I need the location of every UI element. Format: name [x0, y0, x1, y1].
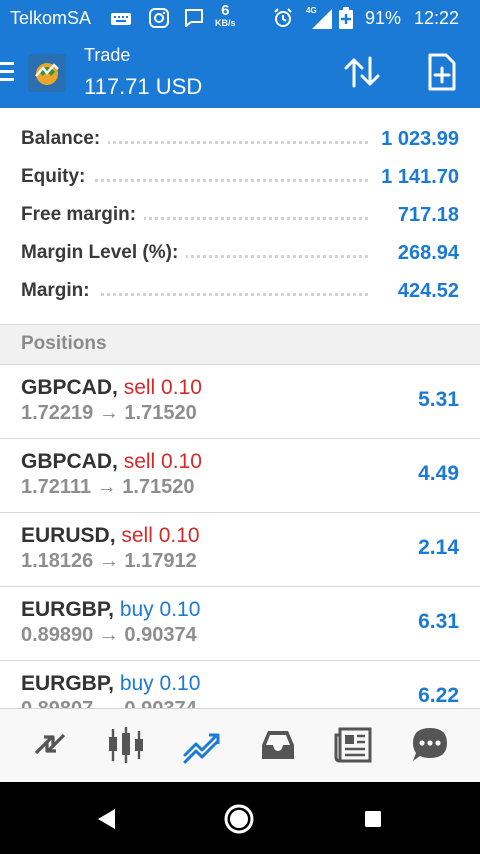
- position-side: sell: [121, 524, 153, 547]
- hamburger-menu-icon[interactable]: [0, 62, 16, 82]
- balance-label: Balance:: [21, 128, 109, 150]
- positions-list[interactable]: GBPCAD, sell 0.10 1.72219 → 1.71520 5.31…: [0, 365, 480, 708]
- page-title: Trade: [84, 45, 131, 65]
- open-price: 1.18126: [21, 550, 94, 572]
- position-row[interactable]: EURGBP, buy 0.10 0.89890 → 0.90374 6.31: [0, 587, 480, 661]
- open-price: 1.72219: [21, 402, 94, 424]
- position-side: sell: [123, 450, 156, 473]
- home-icon[interactable]: [222, 802, 256, 836]
- open-price: 0.89807: [21, 698, 93, 708]
- newspaper-icon[interactable]: [334, 725, 374, 765]
- balance-value: 1 023.99: [373, 128, 459, 151]
- free-margin-row: Free margin: 717.18: [0, 198, 480, 236]
- position-symbol: EURGBP: [21, 672, 109, 695]
- current-price: 1.17912: [124, 550, 197, 572]
- account-profit: 117.71 USD: [84, 74, 203, 99]
- free-margin-label: Free margin:: [21, 204, 145, 226]
- battery-charging-icon: [339, 7, 353, 29]
- system-navigation-bar: [0, 782, 480, 854]
- position-profit: 6.22: [418, 684, 459, 707]
- position-volume: 0.10: [159, 598, 201, 621]
- alarm-clock-icon: [274, 8, 292, 27]
- position-row[interactable]: EURUSD, sell 0.10 1.18126 → 1.17912 2.14: [0, 513, 480, 587]
- carrier-name: TelkomSA: [10, 8, 92, 28]
- new-order-icon[interactable]: [424, 52, 460, 92]
- position-symbol: EURUSD: [21, 524, 110, 547]
- cellular-signal-icon: 4G: [306, 6, 334, 30]
- open-price: 1.72111: [21, 476, 92, 498]
- network-speed: 6 KB/s: [215, 2, 236, 28]
- battery-level: 91%: [365, 8, 402, 28]
- recent-apps-icon[interactable]: [356, 802, 390, 836]
- position-side: sell: [123, 376, 156, 399]
- open-price: 0.89890: [21, 624, 94, 646]
- current-price: 0.90374: [124, 698, 196, 708]
- margin-row: Margin: 424.52: [0, 274, 480, 312]
- position-volume: 0.10: [158, 524, 200, 547]
- position-symbol: EURGBP: [21, 598, 109, 621]
- bottom-tab-bar: [0, 708, 480, 782]
- quotes-arrows-icon[interactable]: [30, 725, 70, 765]
- inbox-tray-icon[interactable]: [258, 725, 298, 765]
- position-profit: 5.31: [418, 388, 459, 411]
- instagram-icon: [149, 8, 169, 28]
- position-profit: 2.14: [418, 536, 459, 559]
- account-summary: Balance: 1 023.99 Equity: 1 141.70 Free …: [0, 108, 480, 325]
- free-margin-value: 717.18: [389, 204, 459, 227]
- balance-row: Balance: 1 023.99: [0, 122, 480, 160]
- keyboard-notification-icon: [111, 13, 131, 25]
- position-symbol: GBPCAD: [21, 450, 113, 473]
- sort-arrows-icon[interactable]: [340, 52, 384, 92]
- position-volume: 0.10: [161, 376, 202, 399]
- position-profit: 4.49: [418, 462, 459, 485]
- position-side: buy: [119, 672, 154, 695]
- current-price: 0.90374: [124, 624, 197, 646]
- current-price: 1.71520: [124, 402, 197, 424]
- back-icon[interactable]: [90, 802, 124, 836]
- position-row[interactable]: GBPCAD, sell 0.10 1.72111 → 1.71520 4.49: [0, 439, 480, 513]
- position-profit: 6.31: [418, 610, 459, 633]
- clock: 12:22: [414, 8, 460, 28]
- position-side: buy: [119, 598, 154, 621]
- margin-level-value: 268.94: [389, 242, 459, 265]
- margin-level-row: Margin Level (%): 268.94: [0, 236, 480, 274]
- position-row[interactable]: GBPCAD, sell 0.10 1.72219 → 1.71520 5.31: [0, 365, 480, 439]
- message-notification-icon: [185, 9, 203, 27]
- position-volume: 0.10: [159, 672, 201, 695]
- metatrader-logo: [28, 54, 66, 92]
- margin-value: 424.52: [389, 280, 459, 303]
- position-volume: 0.10: [161, 450, 202, 473]
- equity-label: Equity:: [21, 166, 94, 188]
- equity-row: Equity: 1 141.70: [0, 160, 480, 198]
- position-row[interactable]: EURGBP, buy 0.10 0.89807 → 0.90374 6.22: [0, 661, 480, 708]
- equity-value: 1 141.70: [373, 166, 459, 189]
- status-bar: TelkomSA 6 KB/s 4G 91% 12:22: [0, 0, 480, 36]
- app-header: Trade 117.71 USD: [0, 36, 480, 108]
- candlestick-chart-icon[interactable]: [106, 725, 146, 765]
- current-price: 1.71520: [122, 476, 195, 498]
- chat-bubble-icon[interactable]: [410, 725, 450, 765]
- positions-section-header: Positions: [0, 325, 480, 365]
- position-symbol: GBPCAD: [21, 376, 113, 399]
- positions-header-label: Positions: [21, 333, 107, 354]
- trade-trend-icon[interactable]: [182, 725, 222, 765]
- margin-label: Margin:: [21, 280, 98, 302]
- margin-level-label: Margin Level (%):: [21, 242, 187, 264]
